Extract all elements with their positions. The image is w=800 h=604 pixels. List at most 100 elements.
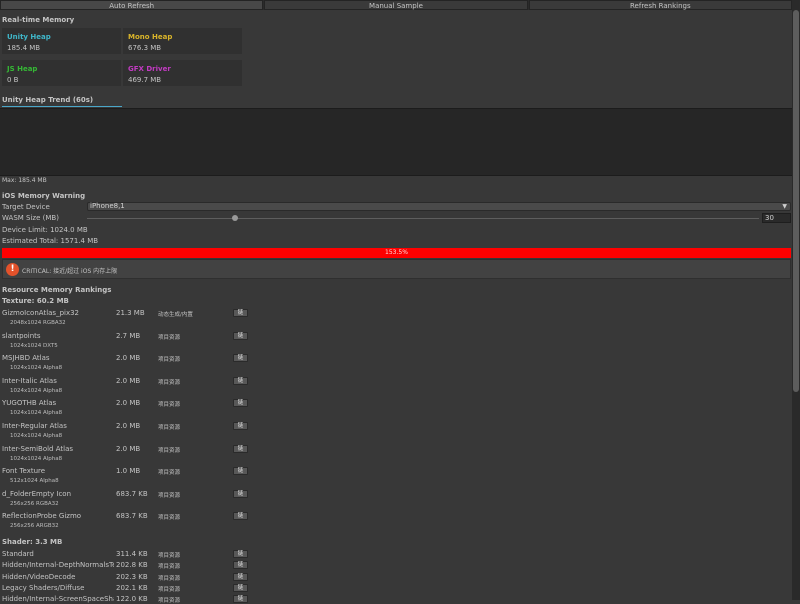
shader-source-tag: 项目资源 — [158, 575, 181, 582]
texture-link-button[interactable]: 链 — [233, 467, 248, 476]
texture-size: 2.0 MB — [116, 444, 141, 453]
shader-source-tag: 项目资源 — [158, 598, 181, 604]
manual-sample-button[interactable]: Manual Sample — [264, 0, 528, 10]
shader-size: 202.1 KB — [116, 583, 148, 592]
texture-name: Font Texture — [2, 467, 46, 476]
shader-size: 122.0 KB — [116, 595, 148, 604]
texture-name: MSJHBD Atlas — [2, 354, 50, 363]
shader-name: Hidden/Internal-DepthNormalsTexture — [2, 561, 114, 570]
refresh-rankings-button[interactable]: Refresh Rankings — [528, 0, 792, 10]
trend-max-label: Max: 185.4 MB — [2, 177, 47, 184]
wasm-size-slider-track[interactable] — [87, 218, 759, 219]
mono-heap-label: Mono Heap — [128, 33, 173, 41]
texture-link-button[interactable]: 链 — [233, 354, 248, 363]
texture-link-button[interactable]: 链 — [233, 444, 248, 453]
texture-format: 512x1024 Alpha8 — [10, 478, 59, 485]
texture-size: 21.3 MB — [116, 309, 145, 317]
scrollbar-thumb[interactable] — [793, 10, 799, 392]
trend-tab-underline — [2, 106, 122, 107]
texture-link-button[interactable]: 链 — [233, 512, 248, 521]
shader-section-header: Shader: 3.3 MB — [2, 538, 63, 546]
texture-size: 2.7 MB — [116, 331, 141, 340]
device-limit-text: Device Limit: 1024.0 MB — [2, 226, 88, 234]
texture-name: slantpoints — [2, 331, 41, 340]
texture-source-tag: 项目资源 — [158, 470, 181, 477]
shader-source-tag: 项目资源 — [158, 564, 181, 571]
shader-link-button[interactable]: 链 — [233, 572, 248, 581]
texture-name: d_FolderEmpty Icon — [2, 489, 72, 498]
texture-size: 683.7 KB — [116, 489, 148, 498]
texture-size: 2.0 MB — [116, 399, 141, 408]
texture-link-button[interactable]: 链 — [233, 331, 248, 340]
texture-source-tag: 项目资源 — [158, 357, 181, 364]
wasm-size-input[interactable]: 30 — [762, 213, 791, 223]
shader-link-button[interactable]: 链 — [233, 561, 248, 570]
unity-heap-label: Unity Heap — [7, 33, 51, 41]
shader-size: 202.3 KB — [116, 572, 148, 581]
ios-warning-title: iOS Memory Warning — [2, 192, 86, 200]
unity-heap-card: Unity Heap 185.4 MB — [2, 28, 121, 54]
texture-source-tag: 项目资源 — [158, 402, 181, 409]
shader-source-tag: 项目资源 — [158, 553, 181, 559]
auto-refresh-button[interactable]: Auto Refresh — [0, 0, 264, 10]
texture-format: 256x256 RGBA32 — [10, 500, 59, 507]
trend-tab[interactable]: Unity Heap Trend (60s) — [2, 96, 93, 104]
gfx-driver-label: GFX Driver — [128, 65, 171, 73]
gfx-driver-card: GFX Driver 469.7 MB — [123, 60, 242, 86]
texture-format: 1024x1024 Alpha8 — [10, 410, 63, 417]
shader-size: 202.8 KB — [116, 561, 148, 570]
texture-source-tag: 项目资源 — [158, 425, 181, 431]
texture-source-tag: 项目资源 — [158, 492, 181, 499]
wasm-size-slider-thumb[interactable] — [231, 215, 238, 221]
texture-format: 1024x1024 Alpha8 — [10, 365, 63, 372]
target-device-label: Target Device — [2, 203, 50, 211]
warning-icon: ! — [6, 263, 19, 276]
target-device-dropdown[interactable]: iPhone8,1 ▼ — [87, 202, 791, 211]
shader-link-button[interactable]: 链 — [233, 550, 248, 558]
wasm-size-label: WASM Size (MB) — [2, 214, 59, 222]
vertical-scrollbar[interactable] — [792, 0, 800, 600]
chevron-down-icon: ▼ — [782, 203, 787, 210]
texture-source-tag: 项目资源 — [158, 334, 181, 341]
texture-section-header: Texture: 60.2 MB — [2, 297, 69, 305]
critical-warning-box: ! CRITICAL: 接近/超过 iOS 内存上限 — [2, 259, 791, 279]
texture-name: Inter-Regular Atlas — [2, 422, 67, 430]
texture-link-button[interactable]: 链 — [233, 399, 248, 408]
texture-size: 2.0 MB — [116, 376, 141, 385]
shader-name: Standard — [2, 550, 34, 558]
texture-size: 2.0 MB — [116, 354, 141, 363]
texture-name: Inter-SemiBold Atlas — [2, 444, 74, 453]
texture-size: 1.0 MB — [116, 467, 141, 476]
texture-format: 2048x1024 RGBA32 — [10, 320, 66, 326]
texture-format: 1024x1024 Alpha8 — [10, 455, 63, 462]
texture-link-button[interactable]: 链 — [233, 376, 248, 385]
js-heap-card: JS Heap 0 B — [2, 60, 121, 86]
shader-link-button[interactable]: 链 — [233, 583, 248, 592]
texture-source-tag: 动态生成/内置 — [158, 312, 193, 318]
unity-heap-value: 185.4 MB — [7, 44, 41, 52]
texture-source-tag: 项目资源 — [158, 447, 181, 454]
unity-heap-trend-graph — [0, 108, 792, 176]
texture-link-button[interactable]: 链 — [233, 309, 248, 317]
texture-format: 1024x1024 DXT5 — [10, 342, 58, 349]
shader-link-button[interactable]: 链 — [233, 595, 248, 604]
js-heap-value: 0 B — [7, 76, 19, 84]
memory-usage-percent: 153.5% — [385, 249, 408, 256]
texture-link-button[interactable]: 链 — [233, 489, 248, 498]
texture-format: 1024x1024 Alpha8 — [10, 387, 63, 394]
texture-source-tag: 项目资源 — [158, 379, 181, 386]
critical-warning-text: CRITICAL: 接近/超过 iOS 内存上限 — [22, 268, 118, 275]
shader-size: 311.4 KB — [116, 550, 148, 558]
toolbar: Auto Refresh Manual Sample Refresh Ranki… — [0, 0, 792, 10]
shader-name: Legacy Shaders/Diffuse — [2, 583, 85, 592]
texture-name: ReflectionProbe Gizmo — [2, 512, 82, 521]
mono-heap-value: 676.3 MB — [128, 44, 162, 52]
js-heap-label: JS Heap — [7, 65, 38, 73]
shader-name: Hidden/VideoDecode — [2, 572, 76, 581]
gfx-driver-value: 469.7 MB — [128, 76, 162, 84]
texture-link-button[interactable]: 链 — [233, 422, 248, 430]
texture-format: 1024x1024 Alpha8 — [10, 433, 63, 439]
target-device-value: iPhone8,1 — [90, 202, 125, 210]
mono-heap-card: Mono Heap 676.3 MB — [123, 28, 242, 54]
estimated-total-text: Estimated Total: 1571.4 MB — [2, 237, 99, 245]
